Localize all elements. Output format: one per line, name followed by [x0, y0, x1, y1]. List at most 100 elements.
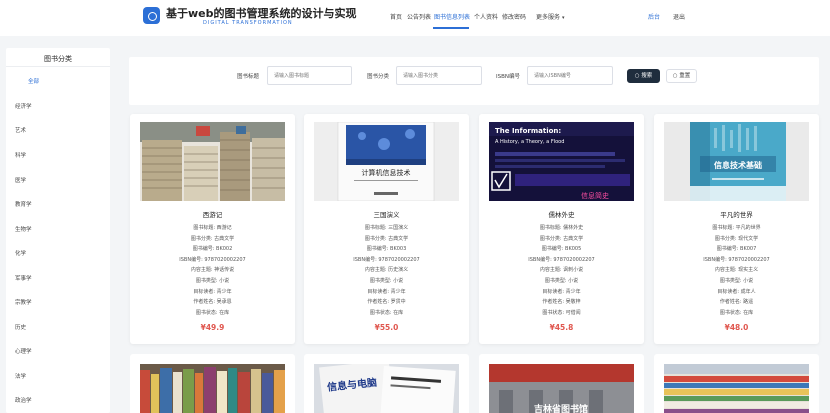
book-info-line: 内容主题: 神话传说 [190, 267, 235, 273]
book-info-line: 图书编号: BK005 [541, 246, 582, 252]
category-military[interactable]: 军事学 [15, 274, 32, 282]
book-info-line: 目标读者: 青少年 [193, 289, 232, 295]
book-info-line: 图书标题: 儒林外史 [539, 225, 584, 231]
book-info-line: 图书类型: 小说 [369, 278, 404, 284]
book-cover-image[interactable] [140, 364, 285, 413]
nav-change-password[interactable]: 修改密码 [502, 12, 526, 21]
book-card[interactable] [654, 354, 819, 413]
book-card[interactable]: 西游记 图书标题: 西游记 图书分类: 古典文学 图书编号: BK002 ISB… [130, 114, 295, 344]
book-card[interactable]: 信息技术基础 平凡的世界 图书标题: 平凡的世界 图书分类: 现代文学 图书编号… [654, 114, 819, 344]
category-economics[interactable]: 经济学 [15, 102, 32, 110]
book-cover-image[interactable]: 信息技术基础 [664, 122, 809, 201]
book-info-line: 图书类型: 小说 [719, 278, 754, 284]
isbn-filter-label: ISBN编号 [496, 74, 521, 80]
category-religion[interactable]: 宗教学 [15, 298, 32, 306]
book-info-line: ISBN编号: 9787020002207 [703, 257, 770, 263]
book-info-line: 图书状态: 在库 [719, 310, 754, 316]
reset-button[interactable]: ○ 重置 [666, 69, 697, 83]
book-info-line: ISBN编号: 9787020002207 [528, 257, 595, 263]
sidebar-title: 图书分类 [44, 55, 72, 63]
category-history[interactable]: 历史 [15, 323, 26, 331]
category-science[interactable]: 科学 [15, 151, 26, 159]
category-all[interactable]: 全部 [28, 77, 39, 85]
book-info-line: 图书编号: BK007 [716, 246, 757, 252]
cover-title-text: 信息技术基础 [714, 160, 762, 170]
book-info-line: 作者姓名: 吴敬梓 [542, 299, 581, 305]
book-card[interactable] [130, 354, 295, 413]
category-education[interactable]: 教育学 [15, 200, 32, 208]
book-title[interactable]: 儒林外史 [479, 209, 644, 219]
category-biology[interactable]: 生物学 [15, 225, 32, 233]
nav-admin[interactable]: 后台 [648, 12, 660, 21]
search-button[interactable]: ○ 搜索 [627, 69, 660, 83]
book-cover-image[interactable]: 信息与电脑 [314, 364, 459, 413]
nav-more-label: 更多服务 [536, 14, 561, 21]
book-info-line: 图书类型: 小说 [195, 278, 230, 284]
refresh-icon: ○ [672, 73, 678, 79]
book-card[interactable]: 信息与电脑 [304, 354, 469, 413]
book-cover-image[interactable]: 计算机信息技术 [314, 122, 459, 201]
book-info-line: ISBN编号: 9787020002207 [179, 257, 246, 263]
book-card[interactable]: 计算机信息技术 三国演义 图书标题: 三国演义 图书分类: 古典文学 图书编号:… [304, 114, 469, 344]
sidebar-divider [6, 66, 110, 67]
book-info-line: 目标读者: 成年人 [717, 289, 756, 295]
cover-cn-title-text: 信息简史 [581, 191, 609, 200]
book-info-line: 图书状态: 可借阅 [542, 310, 581, 316]
book-info-line: 图书分类: 古典文学 [190, 236, 235, 242]
title-search-input[interactable] [267, 66, 352, 85]
reset-button-label: 重置 [679, 73, 691, 79]
search-icon: ○ [634, 73, 640, 79]
book-title[interactable]: 西游记 [130, 209, 295, 219]
book-info-line: 目标读者: 青少年 [542, 289, 581, 295]
book-cover-image[interactable] [664, 364, 809, 413]
nav-book-list[interactable]: 图书信息列表 [434, 12, 470, 21]
category-search-input[interactable] [396, 66, 482, 85]
book-card[interactable]: The Information: A History, a Theory, a … [479, 114, 644, 344]
category-art[interactable]: 艺术 [15, 126, 26, 134]
book-price: ¥49.9 [200, 323, 225, 332]
book-info-line: 目标读者: 青少年 [367, 289, 406, 295]
book-title[interactable]: 平凡的世界 [654, 209, 819, 219]
book-price: ¥55.0 [374, 323, 399, 332]
title-filter-label: 图书标题 [237, 74, 260, 80]
cover-subheading-text: A History, a Theory, a Flood [495, 139, 564, 145]
category-psychology[interactable]: 心理学 [15, 347, 32, 355]
cover-heading-text: The Information: [495, 127, 561, 135]
book-info-line: 图书分类: 古典文学 [364, 236, 409, 242]
category-law[interactable]: 法学 [15, 372, 26, 380]
book-title[interactable]: 三国演义 [304, 209, 469, 219]
book-card[interactable]: 吉林省图书馆 [479, 354, 644, 413]
category-sidebar: 图书分类 全部 经济学 艺术 科学 医学 教育学 生物学 化学 军事学 宗教学 … [6, 48, 110, 413]
nav-profile[interactable]: 个人资料 [474, 12, 498, 21]
category-politics[interactable]: 政治学 [15, 396, 32, 404]
isbn-search-input[interactable] [527, 66, 613, 85]
site-title[interactable]: 基于web的图书管理系统的设计与实现 [166, 5, 357, 21]
cover-title-text: 计算机信息技术 [362, 168, 411, 177]
book-info-line: 图书状态: 在库 [195, 310, 230, 316]
nav-more-services[interactable]: 更多服务 ▾ [536, 12, 565, 21]
book-info-line: 内容主题: 历史演义 [364, 267, 409, 273]
chevron-down-icon: ▾ [562, 15, 565, 21]
book-info-line: 内容主题: 现实主义 [714, 267, 759, 273]
nav-logout[interactable]: 退出 [673, 12, 685, 21]
book-info-line: 作者姓名: 吴承恩 [193, 299, 232, 305]
book-info-line: 图书标题: 平凡的世界 [712, 225, 761, 231]
nav-home[interactable]: 首页 [390, 12, 402, 21]
site-logo-icon[interactable] [143, 7, 160, 24]
book-info-line: 作者姓名: 罗贯中 [367, 299, 406, 305]
book-info-line: 图书分类: 现代文学 [714, 236, 759, 242]
category-medicine[interactable]: 医学 [15, 176, 26, 184]
book-price: ¥45.8 [549, 323, 574, 332]
book-cover-image[interactable] [140, 122, 285, 201]
category-chemistry[interactable]: 化学 [15, 249, 26, 257]
book-info-line: 内容主题: 讽刺小说 [539, 267, 584, 273]
book-info-line: 作者姓名: 路遥 [719, 299, 754, 305]
site-subtitle: DIGITAL TRANSFORMATION [203, 20, 293, 26]
nav-notices[interactable]: 公告列表 [407, 12, 431, 21]
category-filter-label: 图书分类 [367, 74, 390, 80]
book-cover-image[interactable]: The Information: A History, a Theory, a … [489, 122, 634, 201]
book-info-line: 图书状态: 在库 [369, 310, 404, 316]
book-cover-image[interactable]: 吉林省图书馆 [489, 364, 634, 413]
search-panel: 图书标题 图书分类 ISBN编号 ○ 搜索 ○ 重置 [129, 57, 819, 105]
book-info-line: 图书编号: BK002 [192, 246, 233, 252]
